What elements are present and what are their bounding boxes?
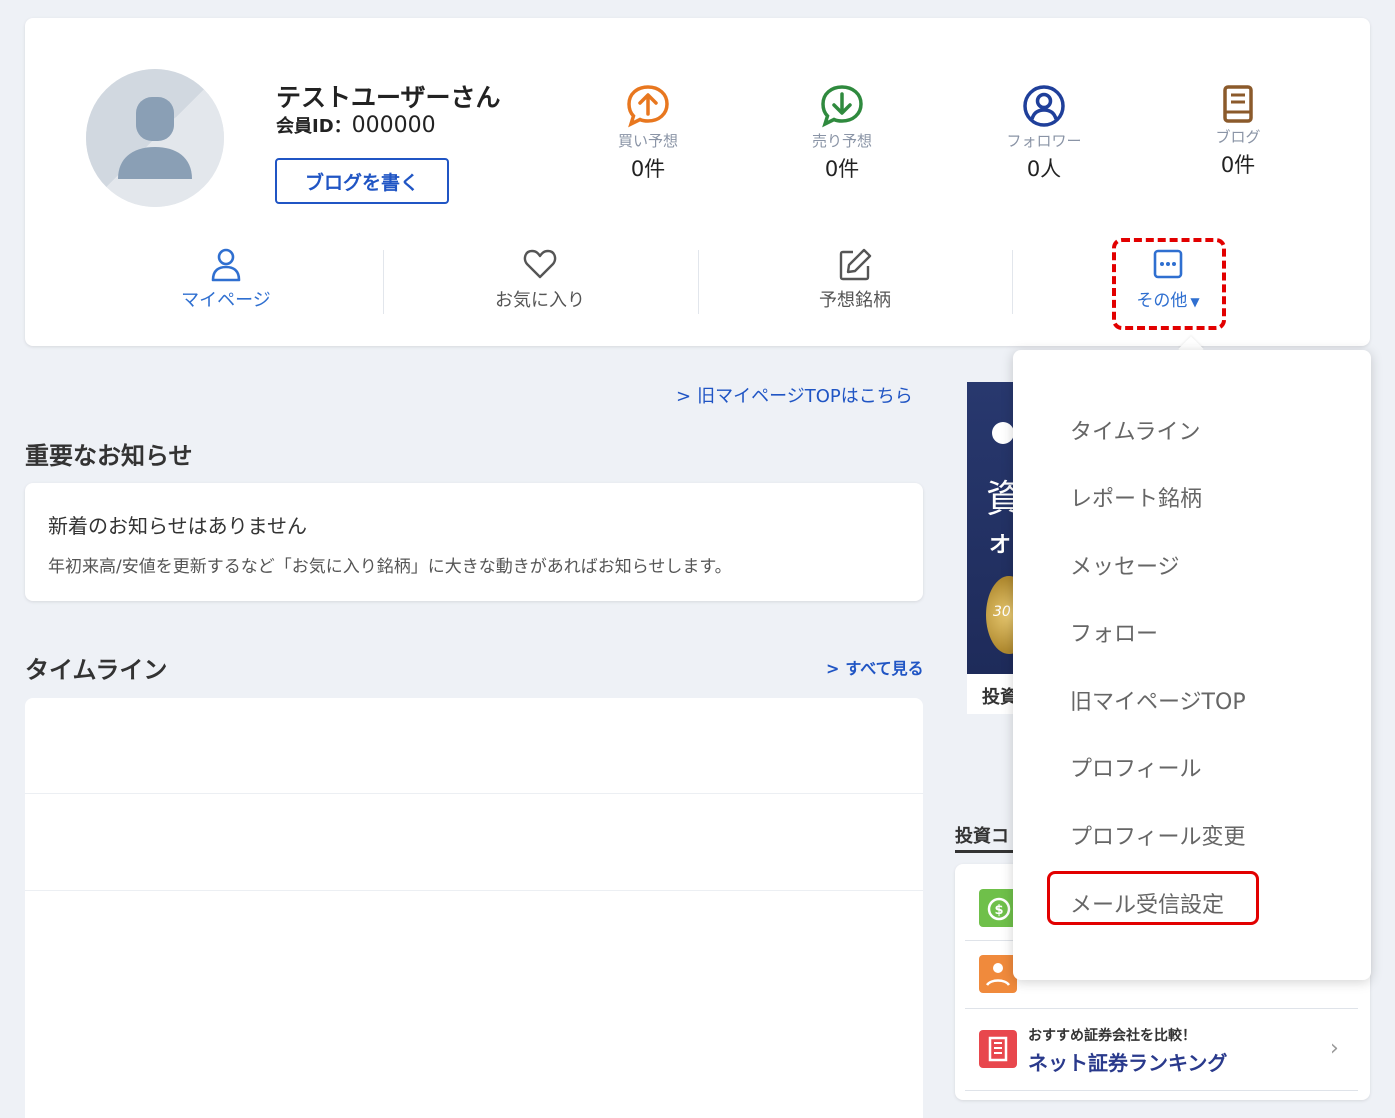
nav-divider: [383, 250, 384, 314]
stat-sell-forecast[interactable]: 売り予想 0件: [772, 84, 912, 183]
nav-forecast-stocks[interactable]: 予想銘柄: [755, 246, 955, 312]
stat-value: 0人: [1026, 157, 1062, 181]
stat-label: ブログ: [1215, 128, 1261, 146]
arrow-up-circle-icon: [627, 85, 669, 128]
stat-value: 0件: [630, 157, 666, 181]
member-id-value: 000000: [351, 113, 436, 138]
member-id: 会員ID：000000: [276, 112, 436, 138]
menu-item-old-mypage-top[interactable]: 旧マイページTOP: [1070, 684, 1246, 716]
avatar: [86, 69, 224, 207]
old-mypage-top-link[interactable]: > 旧マイページTOPはこちら: [676, 382, 913, 408]
chevron-right-icon: >: [676, 386, 692, 407]
invest-row-divider: [965, 1008, 1358, 1009]
stat-value: 0件: [824, 157, 860, 181]
stat-blog[interactable]: ブログ 0件: [1168, 84, 1308, 179]
user-icon: [211, 248, 241, 282]
menu-item-follow[interactable]: フォロー: [1070, 616, 1158, 648]
stat-label: フォロワー: [1006, 132, 1082, 150]
nav-favorites[interactable]: お気に入り: [440, 246, 640, 312]
timeline-divider: [25, 890, 923, 891]
nav-divider: [698, 250, 699, 314]
invest-row-title[interactable]: ネット証券ランキング: [1028, 1047, 1227, 1076]
timeline-divider: [25, 793, 923, 794]
timeline-heading: タイムライン: [25, 656, 168, 684]
menu-item-message[interactable]: メッセージ: [1070, 549, 1180, 581]
edit-icon: [839, 248, 872, 281]
heart-icon: [523, 249, 557, 279]
invest-row-subtitle: おすすめ証券会社を比較！: [1028, 1028, 1196, 1044]
nav-label: お気に入り: [495, 290, 585, 311]
avatar-user-icon: [118, 97, 192, 179]
nav-label: 予想銘柄: [819, 290, 891, 311]
chevron-right-icon: >: [826, 659, 840, 678]
book-icon: [1223, 85, 1253, 123]
invest-heading-underline: [955, 850, 1015, 853]
notice-heading: 重要なお知らせ: [25, 442, 193, 470]
invest-content-heading: 投資コ: [955, 826, 1009, 847]
arrow-down-circle-icon: [821, 85, 863, 128]
stat-label: 売り予想: [811, 132, 872, 150]
notice-description: 年初来高/安値を更新するなど「お気に入り銘柄」に大きな動きがあればお知らせします…: [48, 557, 732, 577]
member-id-label: 会員ID：: [276, 116, 352, 137]
user-circle-icon: [1023, 85, 1065, 127]
nav-mypage[interactable]: マイページ: [126, 246, 326, 312]
highlight-mail-settings-annotation: [1047, 871, 1259, 925]
notice-title: 新着のお知らせはありません: [48, 514, 307, 538]
chevron-right-icon[interactable]: ›: [1330, 1036, 1339, 1061]
menu-item-report-stocks[interactable]: レポート銘柄: [1070, 481, 1202, 513]
menu-item-profile[interactable]: プロフィール: [1070, 751, 1202, 783]
old-mypage-top-label: 旧マイページTOPはこちら: [697, 386, 913, 407]
see-all-label: すべて見る: [845, 659, 924, 678]
building-icon: [979, 1030, 1017, 1068]
stat-value: 0件: [1220, 153, 1256, 177]
see-all-link[interactable]: > すべて見る: [826, 655, 924, 679]
user-name: テストユーザーさん: [276, 83, 501, 112]
timeline-card: [25, 698, 923, 1118]
notice-card: [25, 483, 923, 601]
stat-followers[interactable]: フォロワー 0人: [974, 84, 1114, 183]
highlight-more-annotation: [1112, 238, 1226, 330]
banner-medal-text: 30: [993, 604, 1011, 620]
stat-label: 買い予想: [617, 132, 678, 150]
stat-buy-forecast[interactable]: 買い予想 0件: [578, 84, 718, 183]
banner-text-2: オ: [989, 533, 1012, 558]
invest-row-divider: [965, 1090, 1358, 1091]
banner-circle-shape: [992, 422, 1014, 444]
person-hand-icon: [979, 955, 1017, 993]
svg-text:$: $: [994, 903, 1003, 918]
dollar-icon: $: [979, 889, 1017, 927]
menu-item-profile-edit[interactable]: プロフィール変更: [1070, 819, 1246, 851]
menu-item-timeline[interactable]: タイムライン: [1070, 414, 1200, 446]
nav-divider: [1012, 250, 1013, 314]
nav-label: マイページ: [181, 290, 271, 311]
write-blog-button[interactable]: ブログを書く: [275, 158, 449, 204]
